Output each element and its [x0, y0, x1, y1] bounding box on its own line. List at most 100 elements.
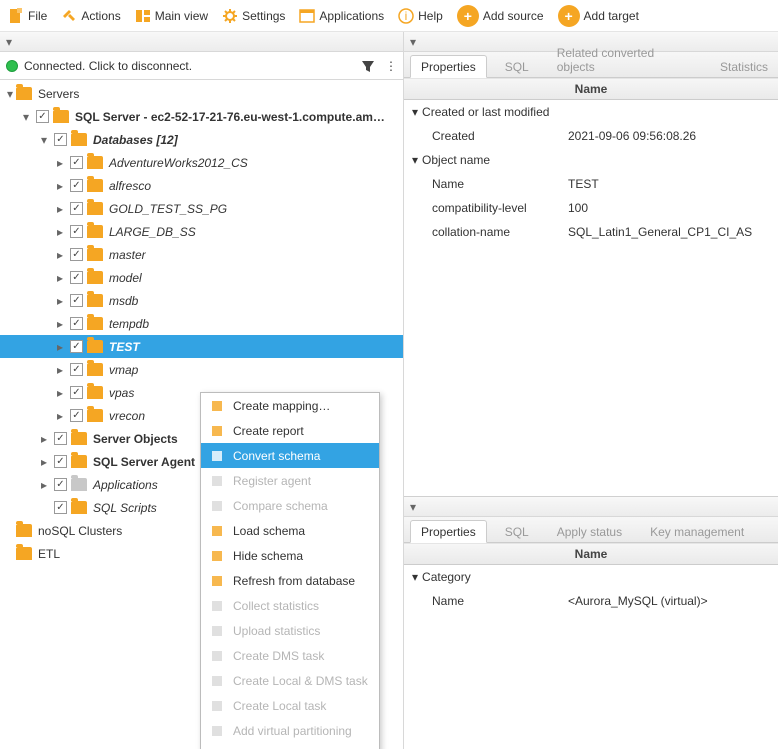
context-menu-item[interactable]: Create mapping…: [201, 393, 379, 418]
help-menu[interactable]: i Help: [398, 8, 443, 24]
add-target-button[interactable]: + Add target: [558, 5, 639, 27]
chevron-right-icon[interactable]: ▸: [54, 271, 66, 285]
help-label: Help: [418, 9, 443, 23]
context-menu-item[interactable]: Convert schema: [201, 443, 379, 468]
chevron-down-icon[interactable]: ▾: [4, 87, 16, 101]
help-icon: i: [398, 8, 414, 24]
tree-label: alfresco: [107, 179, 151, 193]
checkbox[interactable]: [70, 317, 83, 330]
mainview-icon: [135, 8, 151, 24]
tab[interactable]: Properties: [410, 55, 487, 78]
context-menu-item[interactable]: Load schema: [201, 518, 379, 543]
chevron-right-icon[interactable]: ▸: [54, 363, 66, 377]
tree-node-database[interactable]: ▸tempdb: [0, 312, 403, 335]
chevron-down-icon[interactable]: ▾: [38, 133, 50, 147]
checkbox[interactable]: [70, 363, 83, 376]
chevron-right-icon[interactable]: ▸: [54, 225, 66, 239]
tab[interactable]: SQL: [495, 56, 539, 77]
add-source-button[interactable]: + Add source: [457, 5, 544, 27]
server-tree[interactable]: ▾ Servers ▾ SQL Server - ec2-52-17-21-76…: [0, 80, 403, 749]
main-toolbar: File Actions Main view Settings Applicat…: [0, 0, 778, 32]
more-icon[interactable]: ⋮: [385, 59, 397, 73]
context-menu-item[interactable]: Create report: [201, 418, 379, 443]
checkbox[interactable]: [54, 478, 67, 491]
chevron-right-icon[interactable]: ▸: [38, 478, 50, 492]
property-value: 2021-09-06 09:56:08.26: [568, 129, 696, 143]
chevron-down-icon[interactable]: ▾: [412, 153, 418, 167]
tree-node-database[interactable]: ▸model: [0, 266, 403, 289]
property-group[interactable]: ▾Created or last modified: [404, 100, 778, 124]
property-row[interactable]: Created2021-09-06 09:56:08.26: [404, 124, 778, 148]
tree-node-servers[interactable]: ▾ Servers: [0, 82, 403, 105]
tab[interactable]: Apply status: [547, 521, 632, 542]
tab[interactable]: SQL: [495, 521, 539, 542]
property-row[interactable]: compatibility-level100: [404, 196, 778, 220]
tree-node-databases[interactable]: ▾ Databases [12]: [0, 128, 403, 151]
bottom-collapse-bar[interactable]: ▾: [404, 497, 778, 517]
actions-menu[interactable]: Actions: [61, 8, 120, 24]
checkbox[interactable]: [70, 409, 83, 422]
tree-node-database[interactable]: ▸master: [0, 243, 403, 266]
checkbox[interactable]: [70, 156, 83, 169]
checkbox[interactable]: [54, 432, 67, 445]
left-collapse-bar[interactable]: ▾: [0, 32, 403, 52]
tab[interactable]: Related converted objects: [547, 42, 702, 77]
tab[interactable]: Statistics: [710, 56, 778, 77]
tab[interactable]: Key management: [640, 521, 754, 542]
property-row[interactable]: collation-nameSQL_Latin1_General_CP1_CI_…: [404, 220, 778, 244]
checkbox[interactable]: [54, 501, 67, 514]
chevron-right-icon[interactable]: ▸: [54, 409, 66, 423]
filter-icon[interactable]: [361, 59, 375, 73]
tree-node-database[interactable]: ▸AdventureWorks2012_CS: [0, 151, 403, 174]
checkbox[interactable]: [54, 133, 67, 146]
tree-node-database[interactable]: ▸vmap: [0, 358, 403, 381]
menu-item-label: Create mapping…: [233, 399, 330, 413]
property-row[interactable]: NameTEST: [404, 172, 778, 196]
menu-item-label: Register agent: [233, 474, 311, 488]
applications-menu[interactable]: Applications: [299, 8, 384, 24]
chevron-down-icon: ▾: [410, 500, 416, 514]
tree-node-sqlserver[interactable]: ▾ SQL Server - ec2-52-17-21-76.eu-west-1…: [0, 105, 403, 128]
mainview-menu[interactable]: Main view: [135, 8, 208, 24]
checkbox[interactable]: [70, 179, 83, 192]
applications-icon: [299, 8, 315, 24]
chevron-right-icon[interactable]: ▸: [54, 202, 66, 216]
chevron-right-icon[interactable]: ▸: [38, 432, 50, 446]
chevron-down-icon[interactable]: ▾: [412, 570, 418, 584]
file-menu[interactable]: File: [8, 8, 47, 24]
settings-menu[interactable]: Settings: [222, 8, 285, 24]
chevron-right-icon[interactable]: ▸: [54, 386, 66, 400]
checkbox[interactable]: [70, 225, 83, 238]
chevron-right-icon[interactable]: ▸: [54, 156, 66, 170]
chevron-right-icon[interactable]: ▸: [54, 248, 66, 262]
context-menu-item[interactable]: Save as SQL: [201, 743, 379, 749]
checkbox[interactable]: [70, 248, 83, 261]
checkbox[interactable]: [70, 271, 83, 284]
tree-node-database[interactable]: ▸GOLD_TEST_SS_PG: [0, 197, 403, 220]
chevron-right-icon[interactable]: ▸: [54, 317, 66, 331]
chevron-down-icon[interactable]: ▾: [412, 105, 418, 119]
tree-node-database[interactable]: ▸msdb: [0, 289, 403, 312]
checkbox[interactable]: [54, 455, 67, 468]
tree-node-database[interactable]: ▸ TEST: [0, 335, 403, 358]
checkbox[interactable]: [70, 386, 83, 399]
context-menu-item[interactable]: Refresh from database: [201, 568, 379, 593]
chevron-right-icon[interactable]: ▸: [54, 340, 66, 354]
chevron-right-icon[interactable]: ▸: [38, 455, 50, 469]
tree-node-database[interactable]: ▸ alfresco: [0, 174, 403, 197]
context-menu-item[interactable]: Hide schema: [201, 543, 379, 568]
chevron-right-icon[interactable]: ▸: [54, 179, 66, 193]
tree-node-database[interactable]: ▸LARGE_DB_SS: [0, 220, 403, 243]
tree-label: TEST: [107, 340, 140, 354]
checkbox[interactable]: [36, 110, 49, 123]
connection-status-bar[interactable]: Connected. Click to disconnect. ⋮: [0, 52, 403, 80]
property-group[interactable]: ▾Category: [404, 565, 778, 589]
tab[interactable]: Properties: [410, 520, 487, 543]
property-group[interactable]: ▾Object name: [404, 148, 778, 172]
checkbox[interactable]: [70, 202, 83, 215]
chevron-right-icon[interactable]: ▸: [54, 294, 66, 308]
checkbox[interactable]: [70, 340, 83, 353]
chevron-down-icon[interactable]: ▾: [20, 110, 32, 124]
checkbox[interactable]: [70, 294, 83, 307]
property-row[interactable]: Name<Aurora_MySQL (virtual)>: [404, 589, 778, 613]
